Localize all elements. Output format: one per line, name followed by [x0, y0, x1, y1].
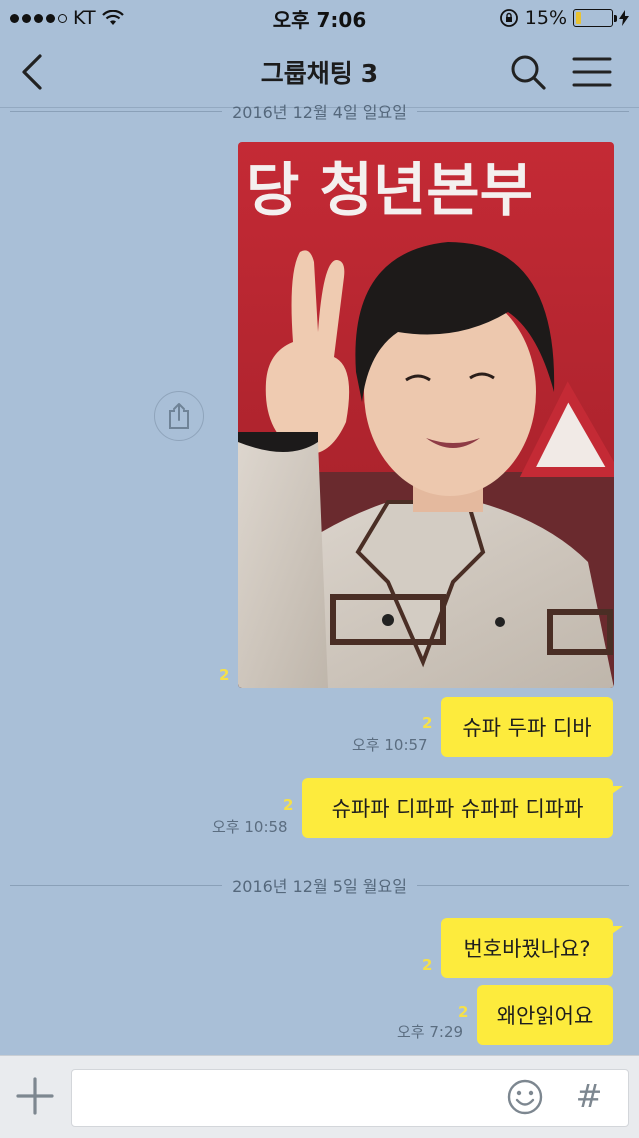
photo-image: 당 청년본부	[238, 142, 614, 688]
photo-background-text: 당 청년본부	[246, 156, 533, 224]
message-input[interactable]	[71, 1069, 629, 1127]
battery-level-fill	[576, 12, 582, 24]
back-button[interactable]	[14, 50, 54, 94]
hashtag-button[interactable]: #	[572, 1076, 606, 1116]
search-button[interactable]	[506, 50, 550, 94]
plus-icon	[16, 1077, 54, 1115]
chat-title: 그룹채팅 3	[261, 54, 378, 90]
divider-line	[10, 110, 223, 112]
search-icon	[511, 55, 546, 90]
message-bubble[interactable]: 번호바꿨나요?	[441, 918, 623, 978]
carrier-label: KT	[73, 7, 96, 29]
battery-icon	[573, 9, 617, 27]
emoji-icon	[507, 1079, 543, 1115]
menu-button[interactable]	[570, 50, 614, 94]
menu-icon	[572, 57, 612, 87]
divider-line	[10, 884, 223, 886]
date-divider: 2016년 12월 5일 월요일	[10, 873, 629, 897]
message-timestamp: 오후 7:29	[397, 1023, 464, 1041]
message-timestamp: 오후 10:58	[212, 818, 288, 836]
wifi-icon	[101, 10, 124, 25]
unread-count: 2	[458, 1003, 469, 1021]
share-icon	[169, 403, 189, 429]
charging-bolt-icon	[619, 10, 629, 26]
orientation-lock-icon	[499, 9, 518, 27]
message-input-bar: #	[0, 1055, 639, 1138]
chat-header: 그룹채팅 3	[0, 36, 639, 108]
battery-percentage: 15%	[524, 7, 567, 29]
divider-line	[416, 884, 629, 886]
date-divider-label: 2016년 12월 5일 월요일	[232, 877, 407, 896]
message-timestamp: 오후 10:57	[352, 736, 428, 754]
date-divider-label: 2016년 12월 4일 일요일	[232, 103, 407, 122]
member-count: 3	[360, 58, 379, 88]
emoji-button[interactable]	[506, 1078, 544, 1116]
message-bubble[interactable]: 슈파파 디파파 슈파파 디파파	[302, 778, 623, 838]
status-right: 15%	[499, 7, 629, 29]
message-bubble[interactable]: 슈파 두파 디바	[441, 697, 613, 757]
status-bar: KT 오후 7:06 15%	[0, 0, 639, 36]
unread-count: 2	[219, 666, 230, 684]
back-chevron-icon	[22, 54, 42, 90]
photo-message[interactable]: 당 청년본부	[238, 142, 614, 688]
unread-count: 2	[422, 956, 433, 974]
unread-count: 2	[283, 796, 294, 814]
chat-screen: KT 오후 7:06 15% 그룹채팅 3 2016년 12월 4일 일요일 2…	[0, 0, 639, 1138]
unread-count: 2	[422, 714, 433, 732]
message-bubble[interactable]: 왜안읽어요	[477, 985, 613, 1045]
divider-line	[416, 110, 629, 112]
date-divider: 2016년 12월 4일 일요일	[10, 99, 629, 123]
signal-strength-icon	[10, 13, 67, 23]
chat-title-text: 그룹채팅	[260, 58, 353, 88]
attach-button[interactable]	[14, 1075, 56, 1117]
status-left: KT	[10, 7, 124, 29]
share-button[interactable]	[154, 391, 204, 441]
